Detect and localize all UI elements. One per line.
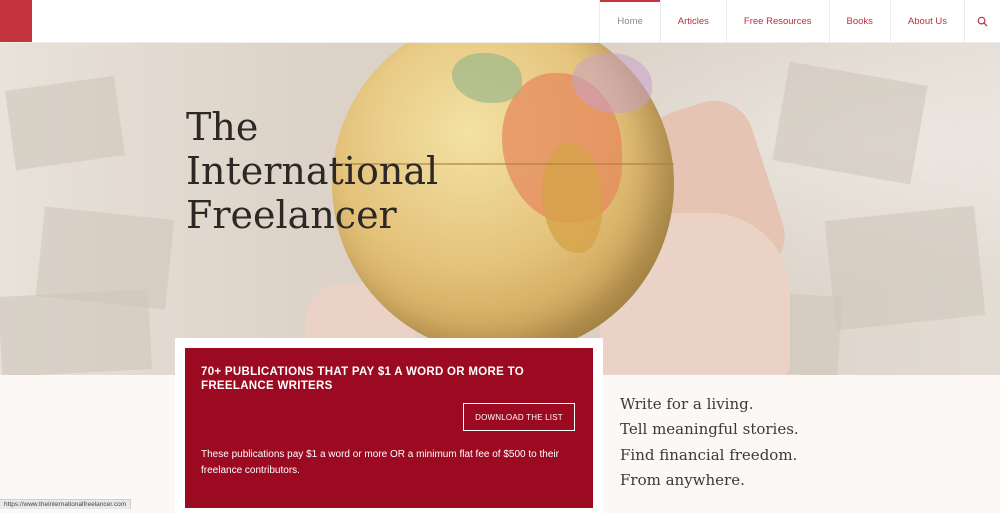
nav-item-home[interactable]: Home [599, 0, 661, 42]
tagline-line: Write for a living. [620, 395, 754, 413]
download-list-button[interactable]: DOWNLOAD THE LIST [463, 403, 575, 431]
cta-heading: 70+ PUBLICATIONS THAT PAY $1 A WORD OR M… [201, 366, 524, 392]
site-title: The International Freelancer [186, 105, 438, 237]
site-title-line: International [186, 149, 439, 193]
tagline: Write for a living. Tell meaningful stor… [620, 392, 799, 493]
nav-item-free-resources[interactable]: Free Resources [725, 0, 829, 42]
site-title-line: Freelancer [186, 193, 397, 237]
search-button[interactable] [964, 0, 1000, 42]
search-icon [977, 16, 988, 27]
top-navigation-bar: Home Articles Free Resources Books About… [0, 0, 1000, 43]
nav-item-articles[interactable]: Articles [659, 0, 726, 42]
tagline-line: Tell meaningful stories. [620, 420, 799, 439]
cta-panel: 70+ PUBLICATIONS THAT PAY $1 A WORD OR M… [175, 338, 603, 513]
tagline-line: From anywhere. [620, 470, 745, 489]
main-nav: Home Articles Free Resources Books About… [599, 0, 1000, 42]
cta-box: 70+ PUBLICATIONS THAT PAY $1 A WORD OR M… [185, 348, 593, 508]
site-logo[interactable] [0, 0, 32, 42]
hero-banner: The International Freelancer [0, 43, 1000, 375]
site-title-line: The [186, 105, 259, 149]
tagline-line: Find financial freedom. [620, 445, 798, 464]
nav-item-books[interactable]: Books [828, 0, 890, 42]
nav-item-about-us[interactable]: About Us [889, 0, 964, 42]
cta-description: These publications pay $1 a word or more… [201, 449, 559, 476]
